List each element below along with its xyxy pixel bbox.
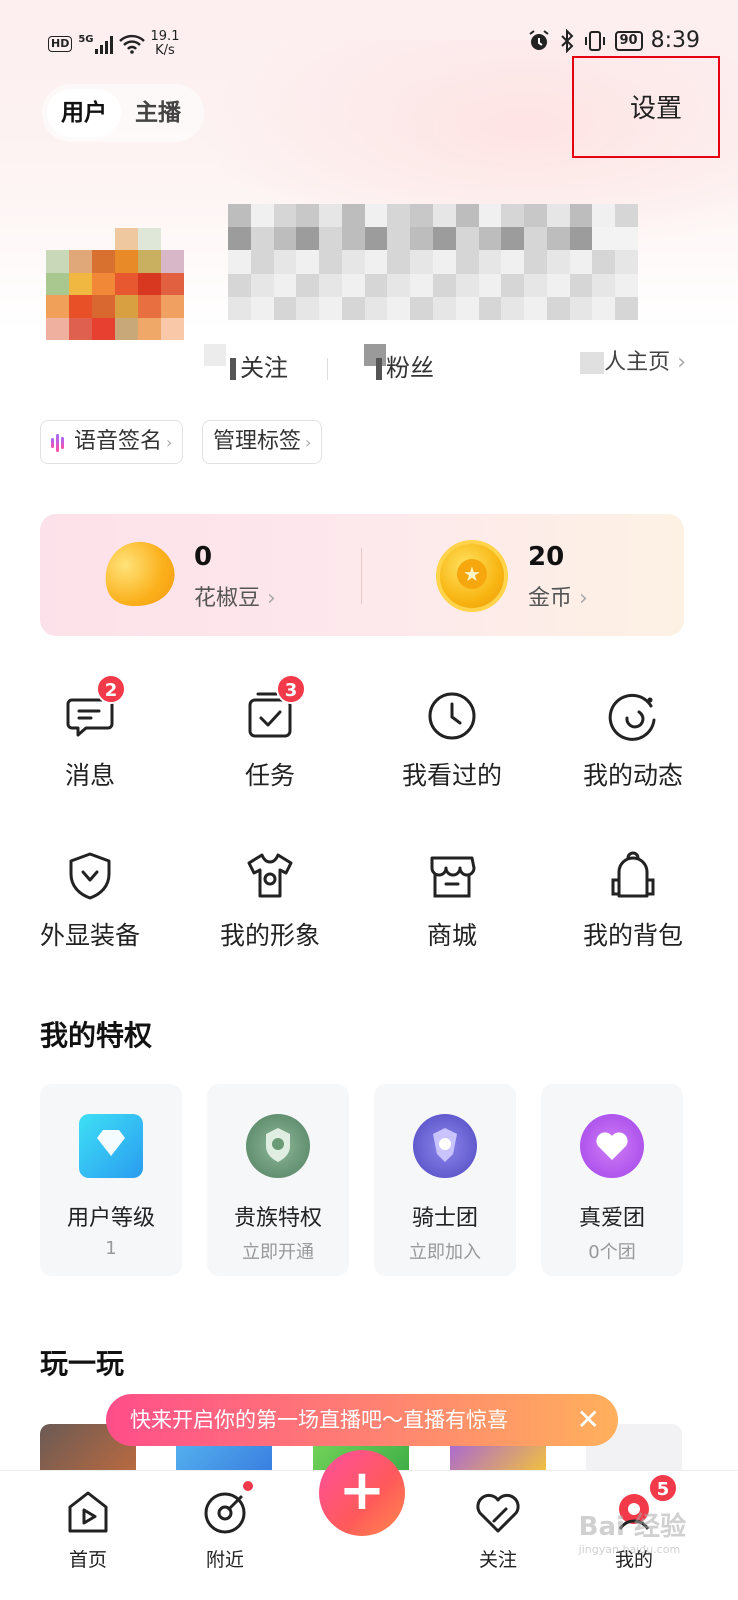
fans-stat[interactable]: 粉丝	[376, 348, 434, 383]
backpack-label: 我的背包	[582, 921, 683, 950]
battery-icon: 90	[614, 30, 643, 51]
tab-follow-label: 关注	[478, 1549, 517, 1571]
privileges-title: 我的特权	[40, 1019, 153, 1052]
mine-badge: 5	[648, 1473, 678, 1503]
heart-outline-icon	[470, 1485, 526, 1541]
shop-icon	[426, 850, 478, 902]
live-promo-toast[interactable]: 快来开启你的第一场直播吧～直播有惊喜 ✕	[106, 1394, 618, 1446]
privilege-subtitle: 立即加入	[409, 1242, 481, 1263]
following-stat[interactable]: 关注	[230, 348, 288, 383]
bean-icon	[95, 532, 183, 616]
moments-icon	[607, 690, 659, 742]
role-toggle: 用户 主播	[42, 84, 204, 142]
coins-value: 20	[528, 542, 565, 572]
play-title: 玩一玩	[40, 1347, 125, 1380]
diamond-icon	[79, 1114, 143, 1178]
privilege-title: 贵族特权	[233, 1206, 322, 1231]
manage-tags-chip[interactable]: 管理标签 ›	[202, 420, 323, 464]
moments-label: 我的动态	[582, 761, 683, 790]
signal-icon: 5G	[78, 34, 113, 54]
shop-entry[interactable]: 商城	[362, 850, 542, 952]
shield-icon	[64, 850, 116, 902]
privilege-knights[interactable]: 骑士团 立即加入	[374, 1084, 516, 1276]
knight-emblem-icon	[413, 1114, 477, 1178]
wifi-icon	[118, 34, 145, 54]
history-entry[interactable]: 我看过的	[362, 690, 542, 792]
status-right: 90 8:39	[527, 28, 700, 53]
privilege-nobility[interactable]: 贵族特权 立即开通	[207, 1084, 349, 1276]
tab-streamer[interactable]: 主播	[121, 89, 195, 137]
equipment-entry[interactable]: 外显装备	[0, 850, 180, 952]
privilege-subtitle: 立即开通	[242, 1242, 314, 1263]
toast-text: 快来开启你的第一场直播吧～直播有惊喜	[130, 1408, 508, 1432]
beans-balance[interactable]: 0 花椒豆 ›	[40, 514, 360, 636]
chevron-right-icon: ›	[305, 433, 312, 452]
tab-home[interactable]: 首页	[40, 1481, 136, 1572]
privilege-title: 真爱团	[578, 1206, 645, 1231]
chevron-right-icon: ›	[677, 350, 686, 375]
moments-entry[interactable]: 我的动态	[543, 690, 723, 792]
watermark: Bai 经验 jingyan.baidu.com	[578, 1512, 686, 1556]
avatar[interactable]	[46, 228, 184, 340]
radar-icon	[197, 1479, 255, 1541]
avatar-image-entry[interactable]: 我的形象	[180, 850, 360, 952]
chevron-right-icon: ›	[166, 433, 173, 452]
homepage-link[interactable]: 人主页 ›	[580, 344, 686, 376]
username-blurred	[228, 204, 638, 320]
tab-follow[interactable]: 关注	[450, 1481, 546, 1572]
tshirt-icon	[244, 850, 296, 902]
tab-nearby[interactable]: 附近	[177, 1479, 273, 1572]
nearby-dot	[241, 1479, 255, 1493]
tasks-badge: 3	[276, 674, 306, 704]
heart-icon	[580, 1114, 644, 1178]
coins-balance[interactable]: ★ 20 金币 ›	[362, 514, 684, 636]
beans-value: 0	[194, 542, 213, 572]
status-left: HD 5G 19.1 K/s	[48, 30, 179, 58]
clock-icon	[426, 690, 478, 742]
privilege-title: 骑士团	[411, 1206, 478, 1231]
backpack-icon	[607, 850, 659, 902]
privilege-subtitle: 0个团	[588, 1242, 636, 1263]
messages-entry[interactable]: 2 消息	[0, 674, 180, 792]
privilege-subtitle: 1	[105, 1238, 117, 1259]
voice-wave-icon	[51, 422, 66, 463]
close-icon[interactable]: ✕	[577, 1394, 600, 1446]
history-label: 我看过的	[401, 761, 502, 790]
home-play-icon	[60, 1485, 116, 1541]
tasks-entry[interactable]: 3 任务	[180, 674, 360, 792]
wallet-card: 0 花椒豆 › ★ 20 金币 ›	[40, 514, 684, 636]
settings-button[interactable]: 设置	[572, 56, 720, 158]
backpack-entry[interactable]: 我的背包	[543, 850, 723, 952]
tasks-label: 任务	[244, 761, 295, 790]
tab-home-label: 首页	[68, 1549, 107, 1571]
clock: 8:39	[650, 28, 700, 53]
alarm-icon	[528, 29, 549, 50]
task-icon: 3	[244, 674, 306, 742]
bluetooth-icon	[560, 28, 573, 53]
vibrate-icon	[584, 30, 605, 51]
tab-user[interactable]: 用户	[47, 89, 121, 137]
coins-label: 金币 ›	[528, 586, 588, 611]
go-live-button[interactable]: +	[319, 1450, 405, 1536]
messages-label: 消息	[64, 761, 115, 790]
network-type-label: 5G	[78, 34, 94, 45]
privilege-user-level[interactable]: 用户等级 1	[40, 1084, 182, 1276]
avatar-image-label: 我的形象	[219, 921, 320, 950]
messages-badge: 2	[96, 674, 126, 704]
coin-icon: ★	[436, 540, 508, 612]
hd-icon: HD	[48, 36, 73, 52]
message-icon: 2	[64, 674, 126, 742]
privilege-title: 用户等级	[66, 1206, 155, 1231]
tab-nearby-label: 附近	[205, 1549, 244, 1571]
equipment-label: 外显装备	[39, 921, 140, 950]
profile-stats: 关注 粉丝 人主页 ›	[204, 338, 700, 382]
shop-label: 商城	[426, 921, 477, 950]
net-speed: 19.1 K/s	[150, 29, 180, 58]
privilege-true-love[interactable]: 真爱团 0个团	[541, 1084, 683, 1276]
voice-signature-chip[interactable]: 语音签名 ›	[40, 420, 184, 464]
nobility-emblem-icon	[246, 1114, 310, 1178]
beans-label: 花椒豆 ›	[194, 586, 276, 611]
